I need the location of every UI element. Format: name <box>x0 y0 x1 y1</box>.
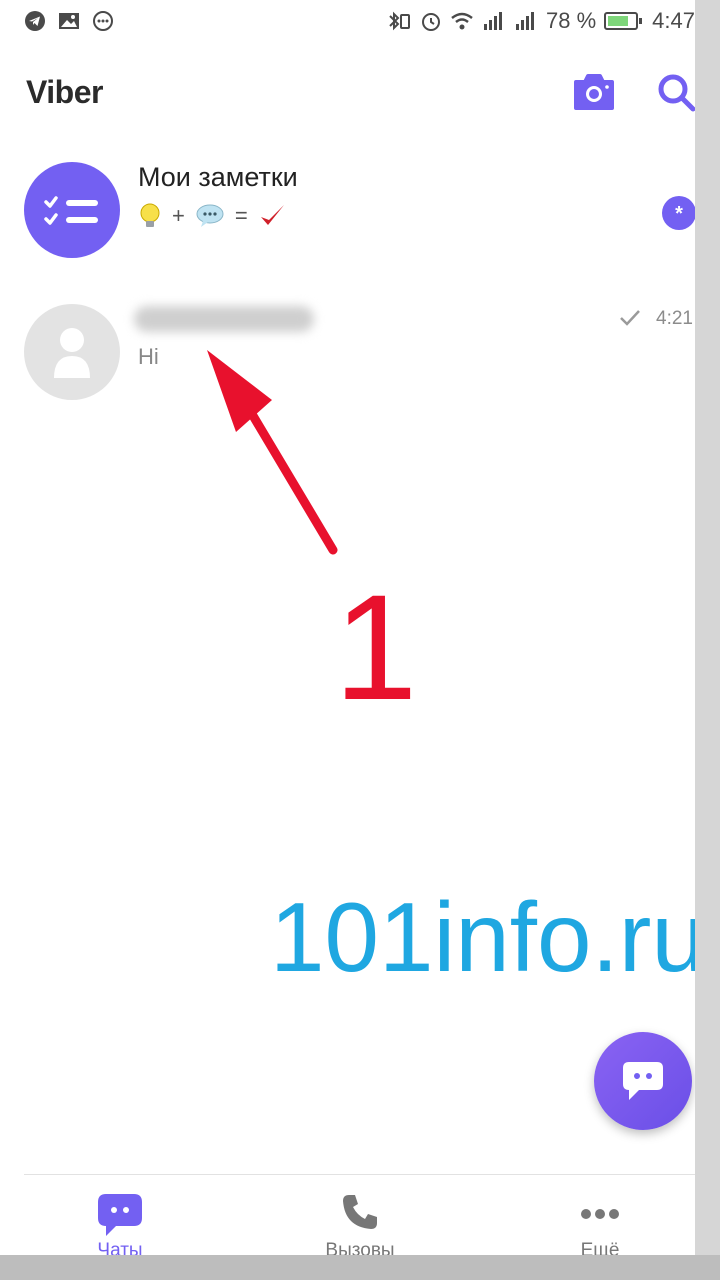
notes-avatar <box>24 162 120 258</box>
bottom-nav-divider <box>24 1174 695 1175</box>
unread-badge: * <box>662 196 695 230</box>
tab-calls-label: Вызовы <box>325 1240 395 1255</box>
tab-chats-label: Чаты <box>97 1240 143 1255</box>
camera-icon[interactable] <box>572 72 616 112</box>
search-icon[interactable] <box>656 72 695 112</box>
chat-preview: Hi <box>138 344 159 370</box>
chat-item-notes[interactable]: Мои заметки + = * <box>0 158 695 268</box>
person-icon <box>54 328 90 378</box>
signal-icon-1 <box>484 12 503 30</box>
chat-name: Мои заметки <box>138 162 298 192</box>
contact-avatar <box>24 304 120 400</box>
battery-fill <box>608 16 629 26</box>
chat-preview-emoji: + = <box>138 202 286 230</box>
more-icon <box>581 1209 619 1219</box>
status-right-icons: 78 % 4:47 <box>386 8 695 34</box>
battery-icon <box>604 12 643 30</box>
more-dots-icon <box>93 11 113 31</box>
battery-percent: 78 % <box>546 8 597 33</box>
app-logo: Viber <box>26 74 103 110</box>
chat-time: 4:21 <box>656 308 693 329</box>
preview-equals: = <box>234 203 248 228</box>
signal-icon-2 <box>516 12 535 30</box>
phone-icon <box>343 1195 377 1229</box>
chat-item-contact[interactable]: Hi 4:21 <box>0 300 695 410</box>
chats-tab-icon <box>98 1194 142 1236</box>
tab-more-label: Ещё <box>580 1240 620 1255</box>
checkmark-emoji-icon <box>260 205 284 225</box>
telegram-icon <box>25 11 45 31</box>
tab-chats[interactable]: Чаты <box>50 1190 190 1255</box>
new-chat-button[interactable] <box>594 1032 692 1130</box>
screenshot-edge-right <box>695 0 720 1280</box>
gallery-icon <box>59 13 79 29</box>
wifi-icon <box>451 12 473 30</box>
screenshot-edge-bottom <box>0 1255 720 1280</box>
chat-bubble-icon <box>623 1062 663 1100</box>
status-bar: 78 % 4:47 <box>0 0 695 44</box>
alarm-icon <box>422 13 441 31</box>
lightbulb-icon <box>140 203 160 227</box>
status-left-icons <box>24 10 114 32</box>
checklist-icon <box>44 196 98 225</box>
preview-plus: + <box>172 203 185 228</box>
app-header: Viber <box>0 60 695 130</box>
speech-bubble-icon <box>196 204 224 227</box>
annotation-number: 1 <box>334 563 418 731</box>
watermark-text: 101info.ru <box>270 882 695 992</box>
last-message: Hi <box>138 344 159 369</box>
bluetooth-vibrate-icon <box>389 11 411 31</box>
tab-calls[interactable]: Вызовы <box>290 1190 430 1255</box>
tab-more[interactable]: Ещё <box>530 1190 670 1255</box>
status-time: 4:47 <box>652 8 695 33</box>
viber-screen: 78 % 4:47 Viber Мои заметки + = * Hi 4:2… <box>0 0 695 1255</box>
contact-name-blurred <box>134 306 314 332</box>
sent-check-icon <box>620 310 640 326</box>
